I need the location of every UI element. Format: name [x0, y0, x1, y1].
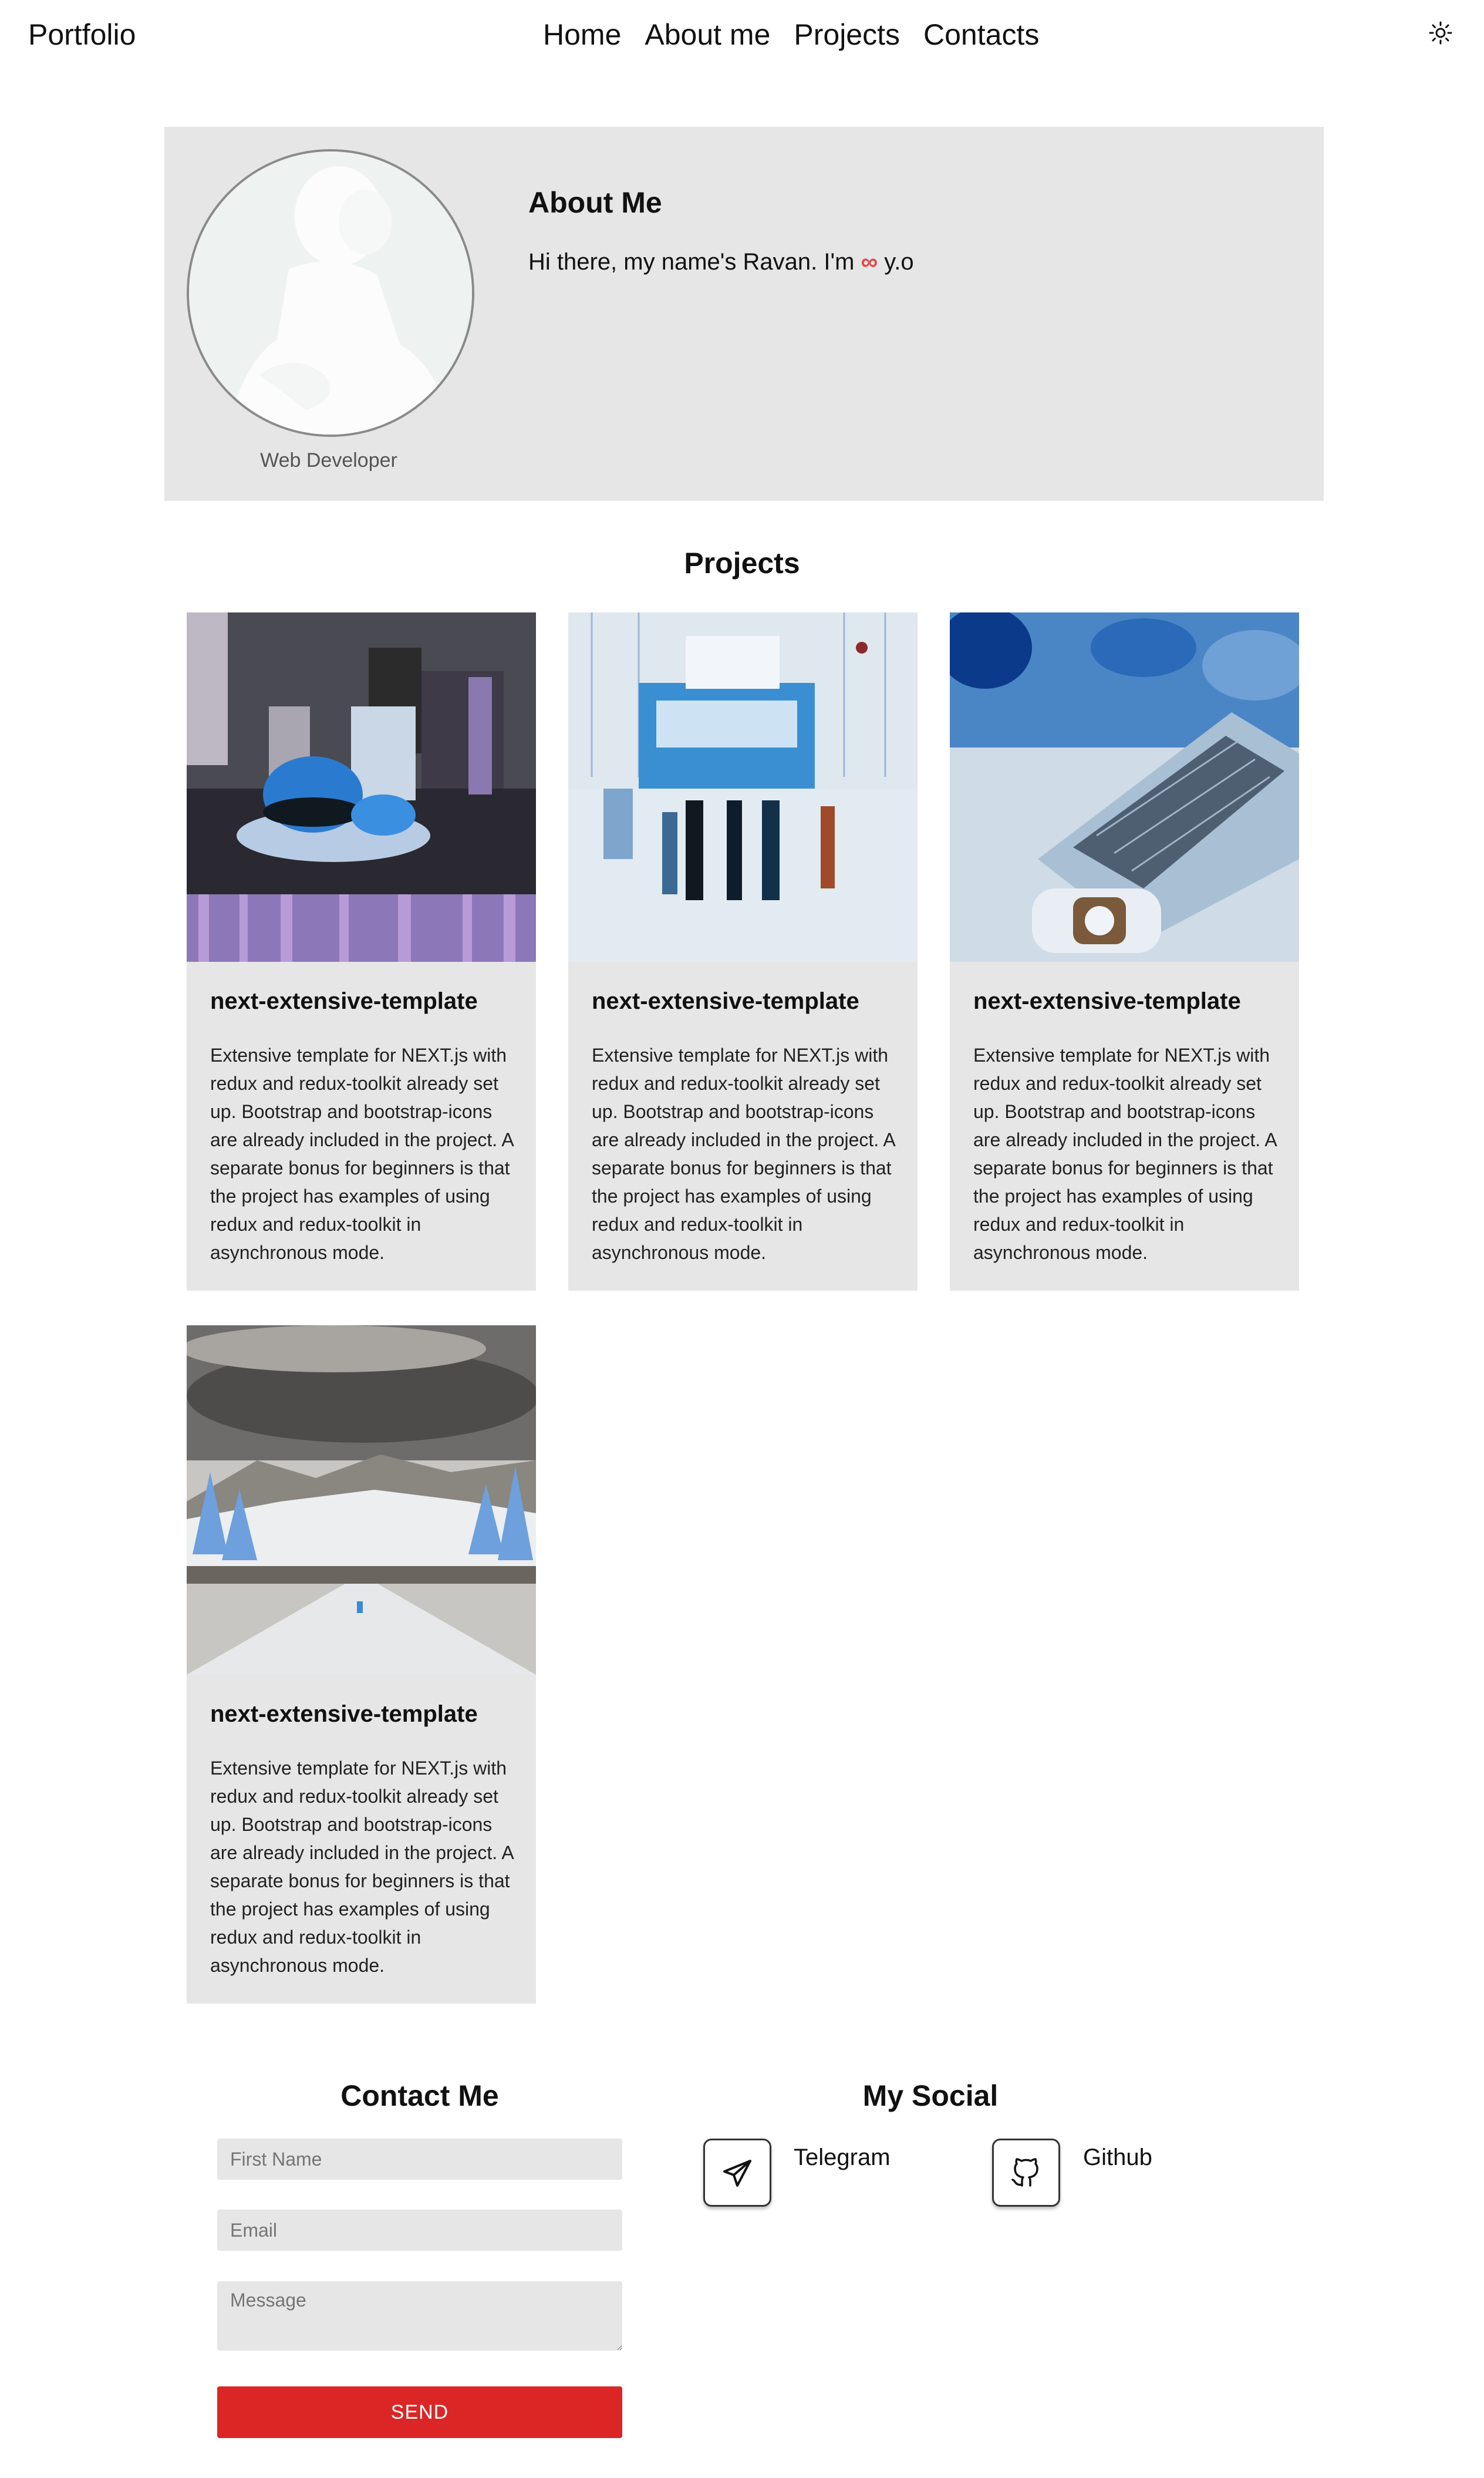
infinity-symbol: ∞ [861, 249, 878, 275]
project-title[interactable]: next-extensive-template [973, 988, 1241, 1015]
telegram-label[interactable]: Telegram [794, 2144, 891, 2171]
about-title: About Me [528, 186, 662, 219]
project-title[interactable]: next-extensive-template [592, 988, 859, 1015]
project-image [187, 612, 536, 962]
about-section: Web Developer About Me Hi there, my name… [164, 127, 1324, 501]
telegram-icon [723, 2160, 751, 2187]
message-field[interactable] [217, 2281, 622, 2351]
project-title[interactable]: next-extensive-template [210, 988, 478, 1015]
github-icon [1011, 2158, 1038, 2187]
brand-logo[interactable]: Portfolio [28, 18, 136, 52]
project-card[interactable]: next-extensive-template Extensive templa… [187, 612, 536, 1291]
navbar: Portfolio Home About me Projects Contact… [0, 0, 1484, 69]
nav-link-about[interactable]: About me [645, 18, 770, 52]
nav-link-contacts[interactable]: Contacts [923, 18, 1039, 52]
project-description: Extensive template for NEXT.js with redu… [592, 1045, 895, 1263]
github-button[interactable] [992, 2139, 1060, 2207]
send-button[interactable]: SEND [217, 2386, 622, 2438]
project-card[interactable]: next-extensive-template Extensive templa… [568, 612, 918, 1291]
about-intro-suffix: y.o [884, 249, 914, 275]
nav-link-home[interactable]: Home [543, 18, 621, 52]
about-intro: Hi there, my name's Ravan. I'm ∞ y.o [528, 249, 914, 275]
theme-toggle-button[interactable] [1429, 21, 1452, 45]
contact-title: Contact Me [340, 2079, 499, 2112]
project-description: Extensive template for NEXT.js with redu… [210, 1045, 513, 1263]
social-title: My Social [862, 2079, 999, 2112]
project-image [187, 1325, 536, 1675]
project-card[interactable]: next-extensive-template Extensive templa… [187, 1325, 536, 2004]
project-card[interactable]: next-extensive-template Extensive templa… [950, 612, 1299, 1291]
about-intro-prefix: Hi there, my name's Ravan. I'm [528, 249, 855, 275]
sun-icon [1429, 21, 1452, 45]
project-title[interactable]: next-extensive-template [210, 1701, 478, 1728]
project-description: Extensive template for NEXT.js with redu… [210, 1758, 513, 1976]
project-image [568, 612, 918, 962]
avatar-image [189, 151, 472, 435]
avatar [187, 149, 474, 437]
email-field[interactable] [217, 2210, 622, 2251]
project-image [950, 612, 1299, 962]
telegram-button[interactable] [703, 2139, 771, 2207]
first-name-field[interactable] [217, 2139, 622, 2180]
avatar-caption: Web Developer [260, 449, 397, 472]
projects-title: Projects [684, 547, 800, 580]
nav-link-projects[interactable]: Projects [794, 18, 900, 52]
github-label[interactable]: Github [1083, 2144, 1152, 2171]
project-description: Extensive template for NEXT.js with redu… [973, 1045, 1276, 1263]
nav-links: Home About me Projects Contacts [543, 18, 1039, 52]
